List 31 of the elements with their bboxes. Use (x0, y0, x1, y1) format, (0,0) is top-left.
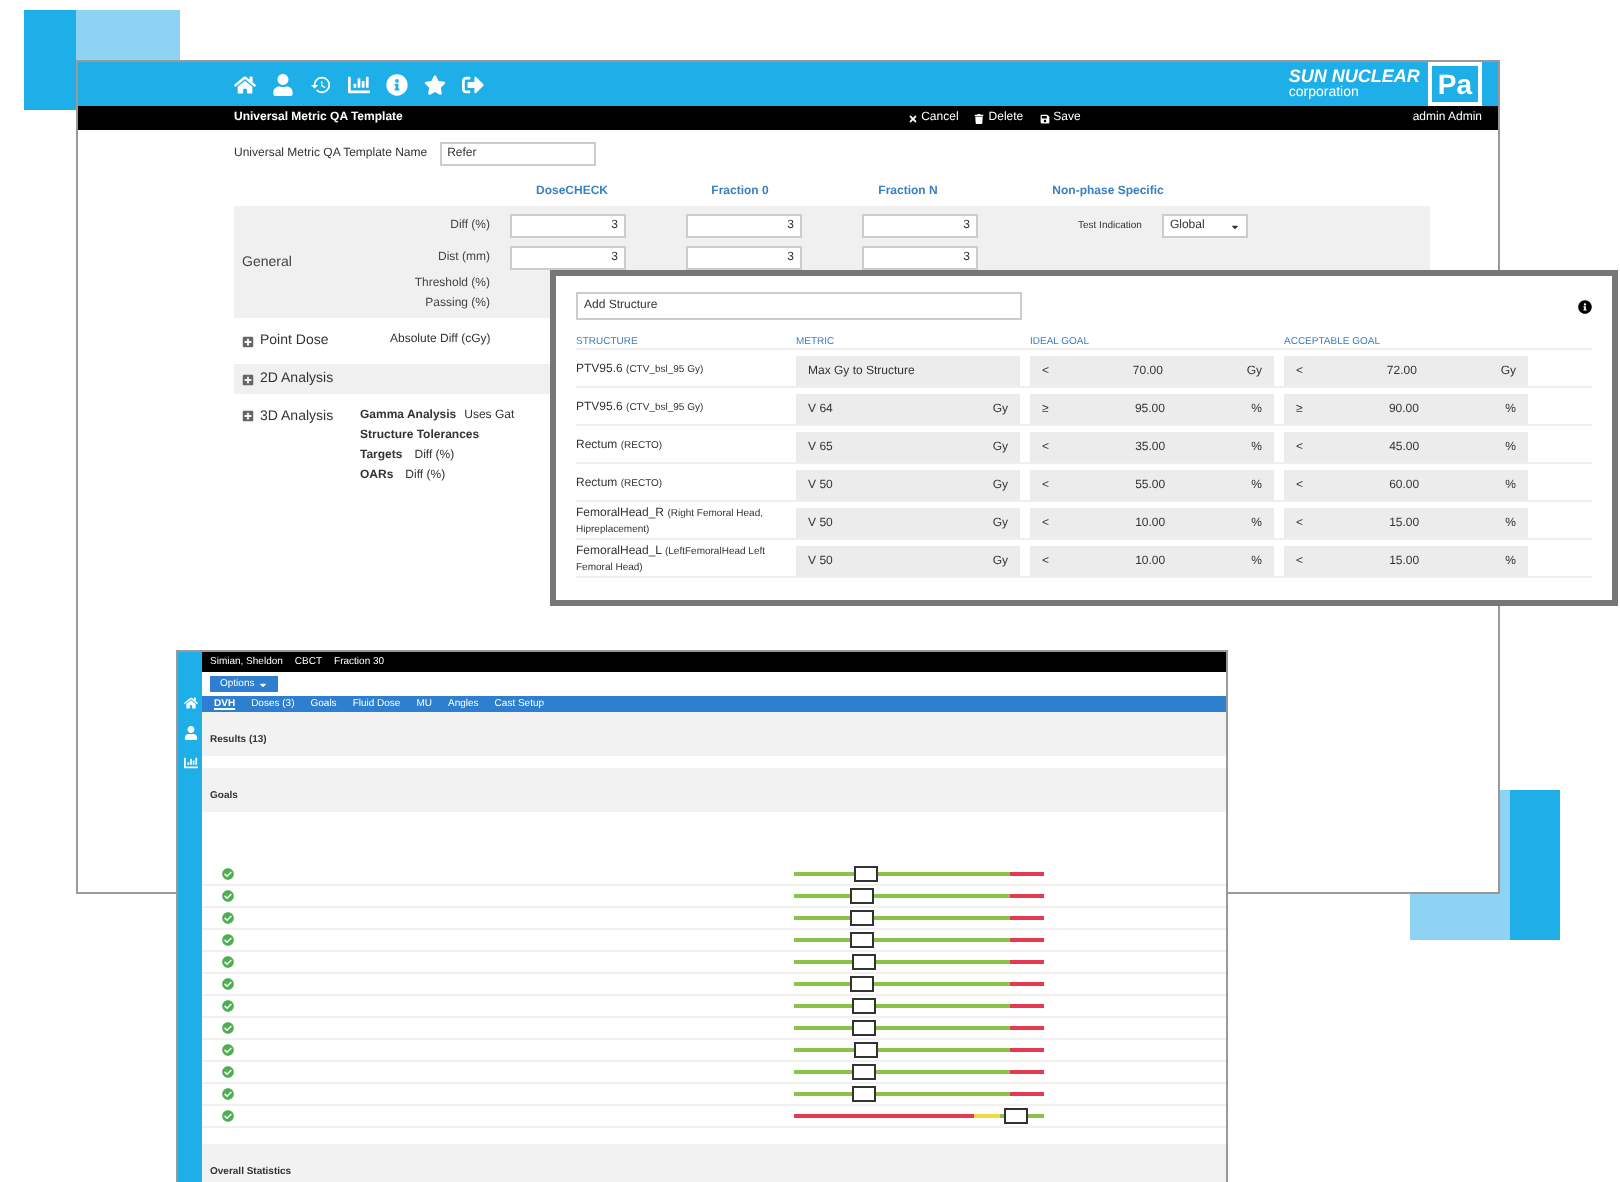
status-icon (222, 1044, 234, 1056)
status-icon (222, 934, 234, 946)
history-icon[interactable] (310, 73, 332, 95)
expand-icon[interactable] (242, 410, 254, 422)
status-icon (222, 1110, 234, 1122)
expand-icon[interactable] (242, 335, 254, 347)
status-icon (222, 868, 234, 880)
status-icon (222, 1022, 234, 1034)
logo-badge: Pa (1427, 62, 1482, 106)
star-icon[interactable] (424, 73, 446, 95)
caret-icon[interactable] (1229, 221, 1240, 231)
expand-icon[interactable] (242, 373, 254, 385)
logout-icon[interactable] (462, 73, 484, 95)
logo-name: SUN NUCLEAR (1288, 68, 1420, 86)
trash-icon[interactable] (974, 113, 985, 123)
status-icon (222, 1066, 234, 1078)
info-icon[interactable] (1578, 299, 1592, 313)
save-icon[interactable] (1039, 113, 1050, 123)
chart-icon[interactable] (183, 756, 197, 770)
chart-icon[interactable] (348, 73, 370, 95)
home-icon[interactable] (183, 696, 197, 710)
user-icon[interactable] (183, 726, 197, 740)
status-icon (222, 1000, 234, 1012)
close-icon[interactable] (907, 113, 918, 123)
user-icon[interactable] (272, 73, 294, 95)
status-icon (222, 890, 234, 902)
home-icon[interactable] (234, 73, 256, 95)
status-icon (222, 956, 234, 968)
status-icon (222, 912, 234, 924)
status-icon (222, 1088, 234, 1100)
status-icon (222, 978, 234, 990)
